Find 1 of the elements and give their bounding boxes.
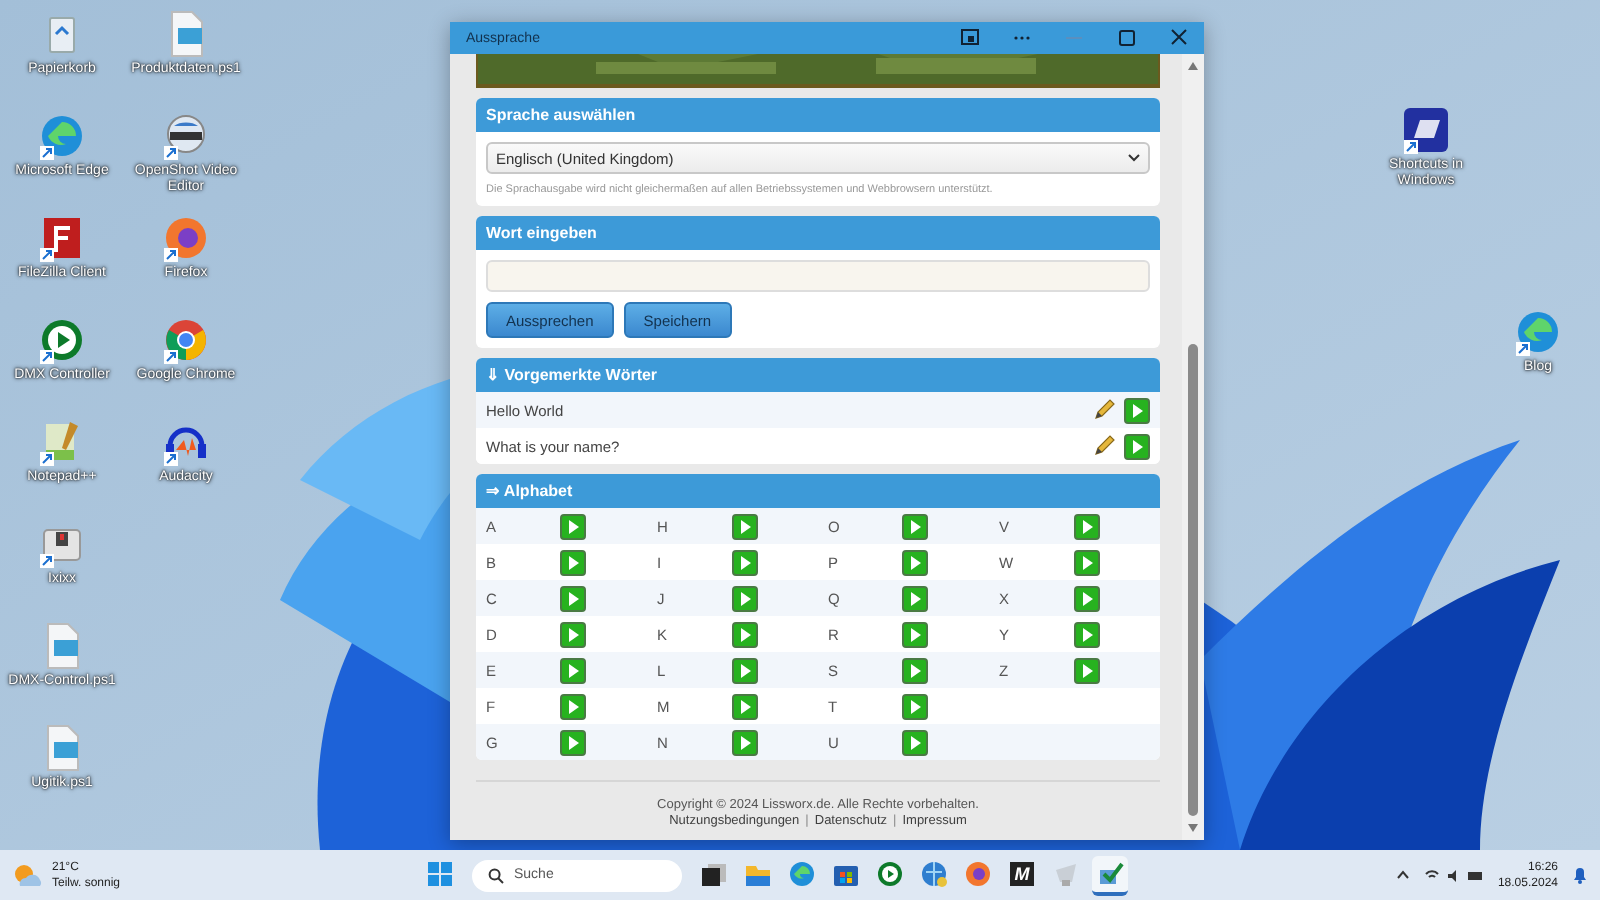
taskbar-button[interactable]: M <box>1004 855 1040 895</box>
